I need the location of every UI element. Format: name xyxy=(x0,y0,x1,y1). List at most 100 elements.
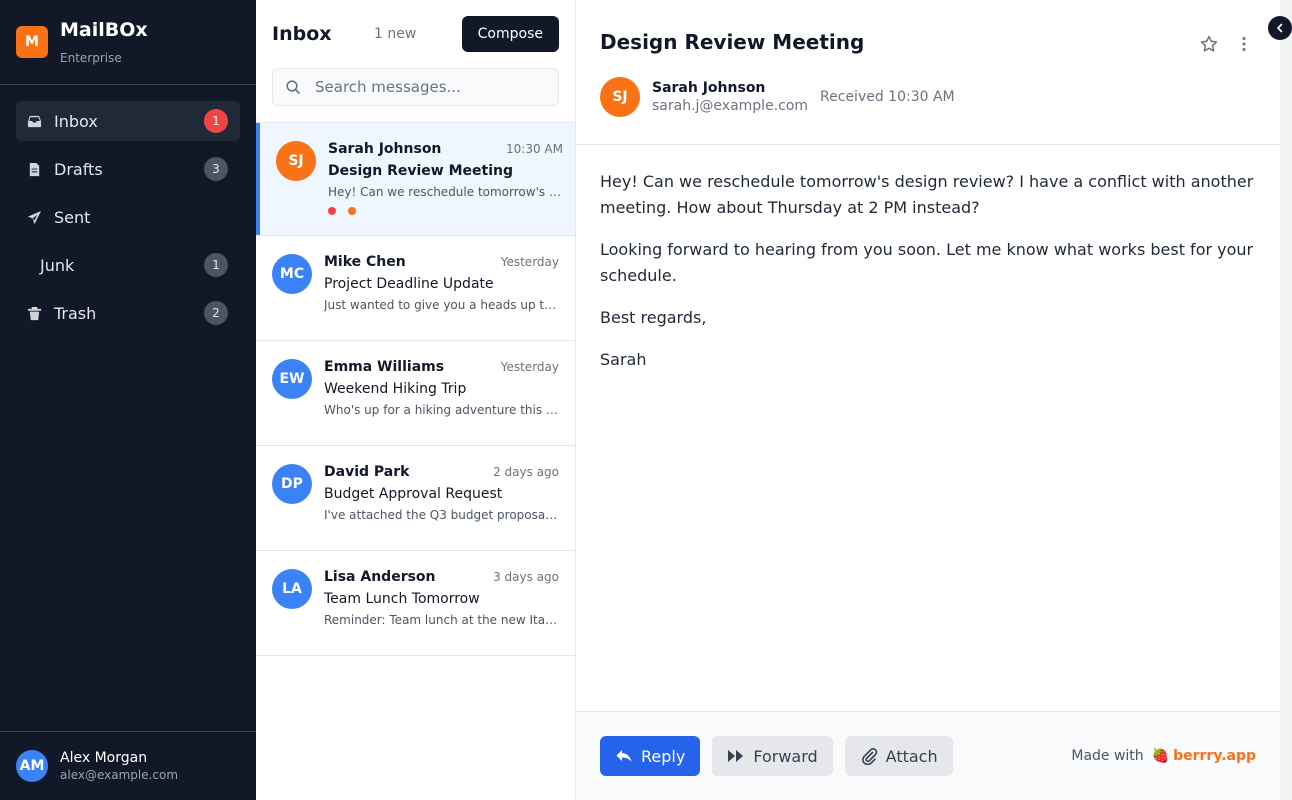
sender-name: Sarah Johnson xyxy=(652,80,766,96)
inbox-icon xyxy=(26,113,42,129)
sidebar-item-drafts[interactable]: Drafts 3 xyxy=(16,149,240,189)
reply-label: Reply xyxy=(641,746,686,766)
list-item[interactable]: DP David Park 2 days ago Budget Approval… xyxy=(256,446,575,551)
message-preview: Who's up for a hiking adventure this wee… xyxy=(324,403,559,417)
message-subject: Project Deadline Update xyxy=(324,276,494,292)
sidebar: M MailBOx Enterprise Inbox 1 Drafts 3 Se… xyxy=(0,0,256,800)
avatar: DP xyxy=(272,464,312,504)
count-badge: 2 xyxy=(204,301,228,325)
count-badge: 1 xyxy=(204,253,228,277)
app-plan: Enterprise xyxy=(60,51,122,65)
list-item[interactable]: EW Emma Williams Yesterday Weekend Hikin… xyxy=(256,341,575,446)
sidebar-item-label: Drafts xyxy=(54,159,103,179)
scrollbar[interactable] xyxy=(1280,0,1292,800)
orange-tag-dot xyxy=(348,207,356,215)
app-name: MailBOx xyxy=(60,19,148,41)
sidebar-item-trash[interactable]: Trash 2 xyxy=(16,293,240,333)
brand: M MailBOx Enterprise xyxy=(0,0,256,85)
message-subject: Team Lunch Tomorrow xyxy=(324,591,480,607)
attach-button[interactable]: Attach xyxy=(844,736,953,776)
count-badge: 3 xyxy=(204,157,228,181)
sidebar-item-inbox[interactable]: Inbox 1 xyxy=(16,101,240,141)
compose-button[interactable]: Compose xyxy=(461,16,559,52)
message-time: Yesterday xyxy=(500,360,559,374)
paperclip-icon xyxy=(861,748,877,765)
message-preview: Hey! Can we reschedule tomorrow's design… xyxy=(328,185,563,199)
sidebar-item-label: Trash xyxy=(54,303,97,323)
app-logo: M xyxy=(16,26,48,58)
action-bar: Reply Forward Attach Made with 🍓 berrry.… xyxy=(576,711,1280,800)
chevron-left-icon xyxy=(1277,23,1283,33)
message-tags xyxy=(328,207,563,215)
avatar: SJ xyxy=(600,77,640,117)
forward-button[interactable]: Forward xyxy=(712,736,833,776)
unread-count-badge: 1 xyxy=(204,109,228,133)
message-sender: Sarah Johnson xyxy=(328,141,442,157)
message-preview: I've attached the Q3 budget proposal for… xyxy=(324,508,559,522)
more-options-icon[interactable] xyxy=(1232,32,1256,56)
star-icon[interactable] xyxy=(1197,32,1221,56)
list-item[interactable]: MC Mike Chen Yesterday Project Deadline … xyxy=(256,236,575,341)
message-header: Design Review Meeting SJ Sarah Johnson s… xyxy=(576,0,1280,145)
sidebar-item-junk[interactable]: Junk 1 xyxy=(16,245,240,285)
user-email: alex@example.com xyxy=(60,768,179,782)
sidebar-item-label: Inbox xyxy=(54,111,98,131)
strawberry-icon: 🍓 xyxy=(1151,748,1170,764)
list-item[interactable]: LA Lisa Anderson 3 days ago Team Lunch T… xyxy=(256,551,575,656)
message-paragraph: Looking forward to hearing from you soon… xyxy=(600,240,1254,285)
message-time: 10:30 AM xyxy=(506,142,563,156)
made-with-text: Made with xyxy=(1071,748,1144,764)
collapse-button[interactable] xyxy=(1268,16,1292,40)
message-preview: Reminder: Team lunch at the new Italian … xyxy=(324,613,559,627)
message-subject: Design Review Meeting xyxy=(328,163,514,179)
received-time: Received 10:30 AM xyxy=(820,89,955,105)
reply-button[interactable]: Reply xyxy=(600,736,701,776)
message-paragraph: Hey! Can we reschedule tomorrow's design… xyxy=(600,172,1254,217)
file-icon xyxy=(26,161,42,177)
trash-icon xyxy=(26,305,42,321)
message-list-panel: Inbox 1 new Compose SJ Sarah Johnson 10:… xyxy=(256,0,576,800)
message-subject: Weekend Hiking Trip xyxy=(324,381,467,397)
avatar: AM xyxy=(16,750,48,782)
message-time: Yesterday xyxy=(500,255,559,269)
forward-icon xyxy=(728,750,744,762)
message-time: 2 days ago xyxy=(493,465,559,479)
sidebar-item-label: Sent xyxy=(54,207,91,227)
reply-icon xyxy=(616,750,632,762)
search-input[interactable] xyxy=(315,78,545,96)
message-sender: David Park xyxy=(324,464,410,480)
list-header: Inbox 1 new Compose xyxy=(256,0,575,123)
made-with-credit[interactable]: Made with 🍓 berrry.app xyxy=(1071,748,1256,764)
message-preview: Just wanted to give you a heads up that … xyxy=(324,298,559,312)
message-paragraph: Best regards, xyxy=(600,308,707,327)
message-paragraph: Sarah xyxy=(600,350,647,369)
avatar: SJ xyxy=(276,141,316,181)
message-sender: Lisa Anderson xyxy=(324,569,436,585)
message-sender: Emma Williams xyxy=(324,359,445,375)
sidebar-item-sent[interactable]: Sent xyxy=(16,197,240,237)
avatar: EW xyxy=(272,359,312,399)
user-profile[interactable]: AM Alex Morgan alex@example.com xyxy=(0,731,256,800)
red-tag-dot xyxy=(328,207,336,215)
list-title: Inbox xyxy=(272,23,332,45)
reading-pane: Design Review Meeting SJ Sarah Johnson s… xyxy=(576,0,1280,800)
message-body: Hey! Can we reschedule tomorrow's design… xyxy=(576,145,1280,413)
message-title: Design Review Meeting xyxy=(600,30,865,54)
list-item[interactable]: SJ Sarah Johnson 10:30 AM Design Review … xyxy=(256,123,575,236)
send-icon xyxy=(26,209,42,225)
avatar: LA xyxy=(272,569,312,609)
brand-link[interactable]: berrry.app xyxy=(1173,748,1256,764)
message-sender: Mike Chen xyxy=(324,254,406,270)
forward-label: Forward xyxy=(753,746,818,766)
message-subject: Budget Approval Request xyxy=(324,486,503,502)
avatar: MC xyxy=(272,254,312,294)
attach-label: Attach xyxy=(885,746,938,766)
new-count: 1 new xyxy=(374,26,417,42)
message-time: 3 days ago xyxy=(493,570,559,584)
sidebar-item-label: Junk xyxy=(40,255,75,275)
folder-nav: Inbox 1 Drafts 3 Sent Junk 1 Trash 2 xyxy=(0,85,256,357)
search-icon xyxy=(286,80,300,94)
search-box[interactable] xyxy=(272,68,559,106)
user-name: Alex Morgan xyxy=(60,750,148,766)
sender-email: sarah.j@example.com xyxy=(652,98,809,114)
